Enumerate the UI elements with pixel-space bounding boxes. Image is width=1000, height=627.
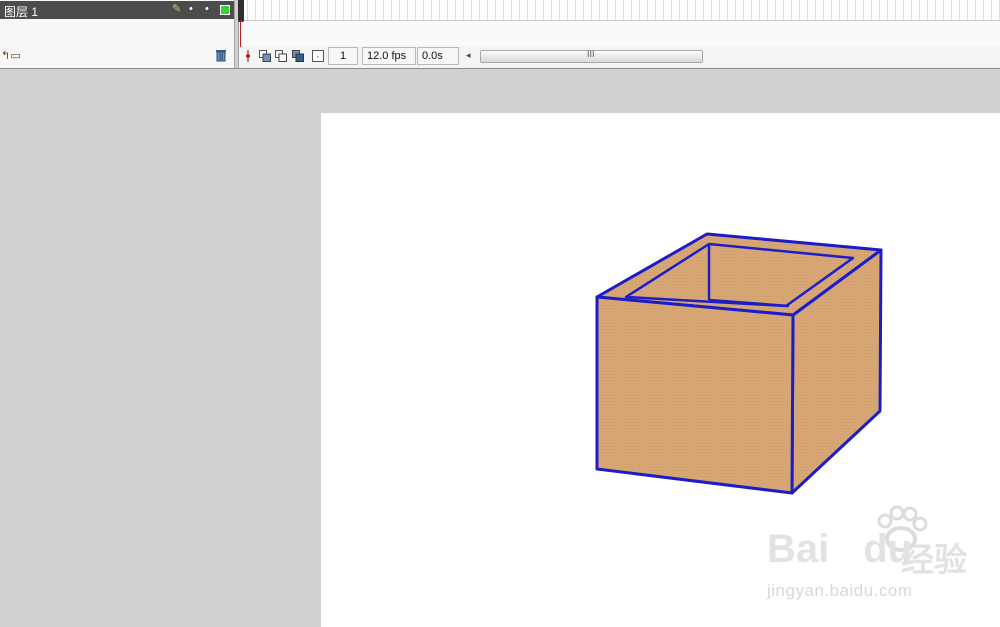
- frame-rate-field[interactable]: 12.0 fps: [362, 47, 416, 65]
- layer-panel: 图层 1 ✎ • • ↰▭: [0, 0, 234, 68]
- lock-dot-icon[interactable]: •: [205, 3, 209, 15]
- add-layer-icon[interactable]: ↰▭: [1, 49, 21, 62]
- outline-color-swatch[interactable]: [220, 5, 230, 15]
- watermark-url: jingyan.baidu.com: [767, 581, 913, 600]
- scroll-left-arrow-icon[interactable]: ◂: [466, 50, 471, 61]
- watermark-brand: 经验: [901, 541, 967, 578]
- watermark-logo-text: Bai du: [767, 527, 913, 571]
- pencil-icon: ✎: [172, 3, 182, 15]
- center-frame-icon[interactable]: [242, 50, 254, 62]
- current-frame-field[interactable]: 1: [328, 47, 358, 65]
- layer-name[interactable]: 图层 1: [4, 3, 38, 20]
- timeline-panel: 图层 1 ✎ • • ↰▭ · 1 12.0 fps 0.0s ◂ III: [0, 0, 1000, 69]
- edit-multiple-frames-icon[interactable]: [292, 50, 304, 62]
- stage-canvas[interactable]: Bai du 经验 jingyan.baidu.com: [321, 113, 1000, 627]
- playhead-line: [240, 20, 241, 47]
- timeline-status-bar: · 1 12.0 fps 0.0s ◂ III: [240, 46, 1000, 67]
- onion-skin-outline-icon[interactable]: [275, 50, 287, 62]
- frame-ruler[interactable]: [240, 0, 1000, 21]
- trash-icon[interactable]: [215, 48, 227, 62]
- watermark: Bai du 经验 jingyan.baidu.com: [761, 505, 1000, 613]
- onion-markers-icon[interactable]: ·: [312, 50, 324, 62]
- svg-text:·: ·: [316, 53, 321, 62]
- playhead[interactable]: [238, 0, 244, 22]
- layer-row[interactable]: 图层 1 ✎ • •: [0, 1, 234, 19]
- elapsed-time-field: 0.0s: [417, 47, 459, 65]
- frame-grid[interactable]: [240, 21, 1000, 46]
- eye-dot-icon[interactable]: •: [189, 3, 193, 15]
- box-front-face[interactable]: [595, 295, 795, 495]
- scrollbar-grip[interactable]: III: [587, 49, 595, 59]
- horizontal-scrollbar[interactable]: III: [480, 49, 703, 63]
- onion-skin-icon[interactable]: [259, 50, 271, 62]
